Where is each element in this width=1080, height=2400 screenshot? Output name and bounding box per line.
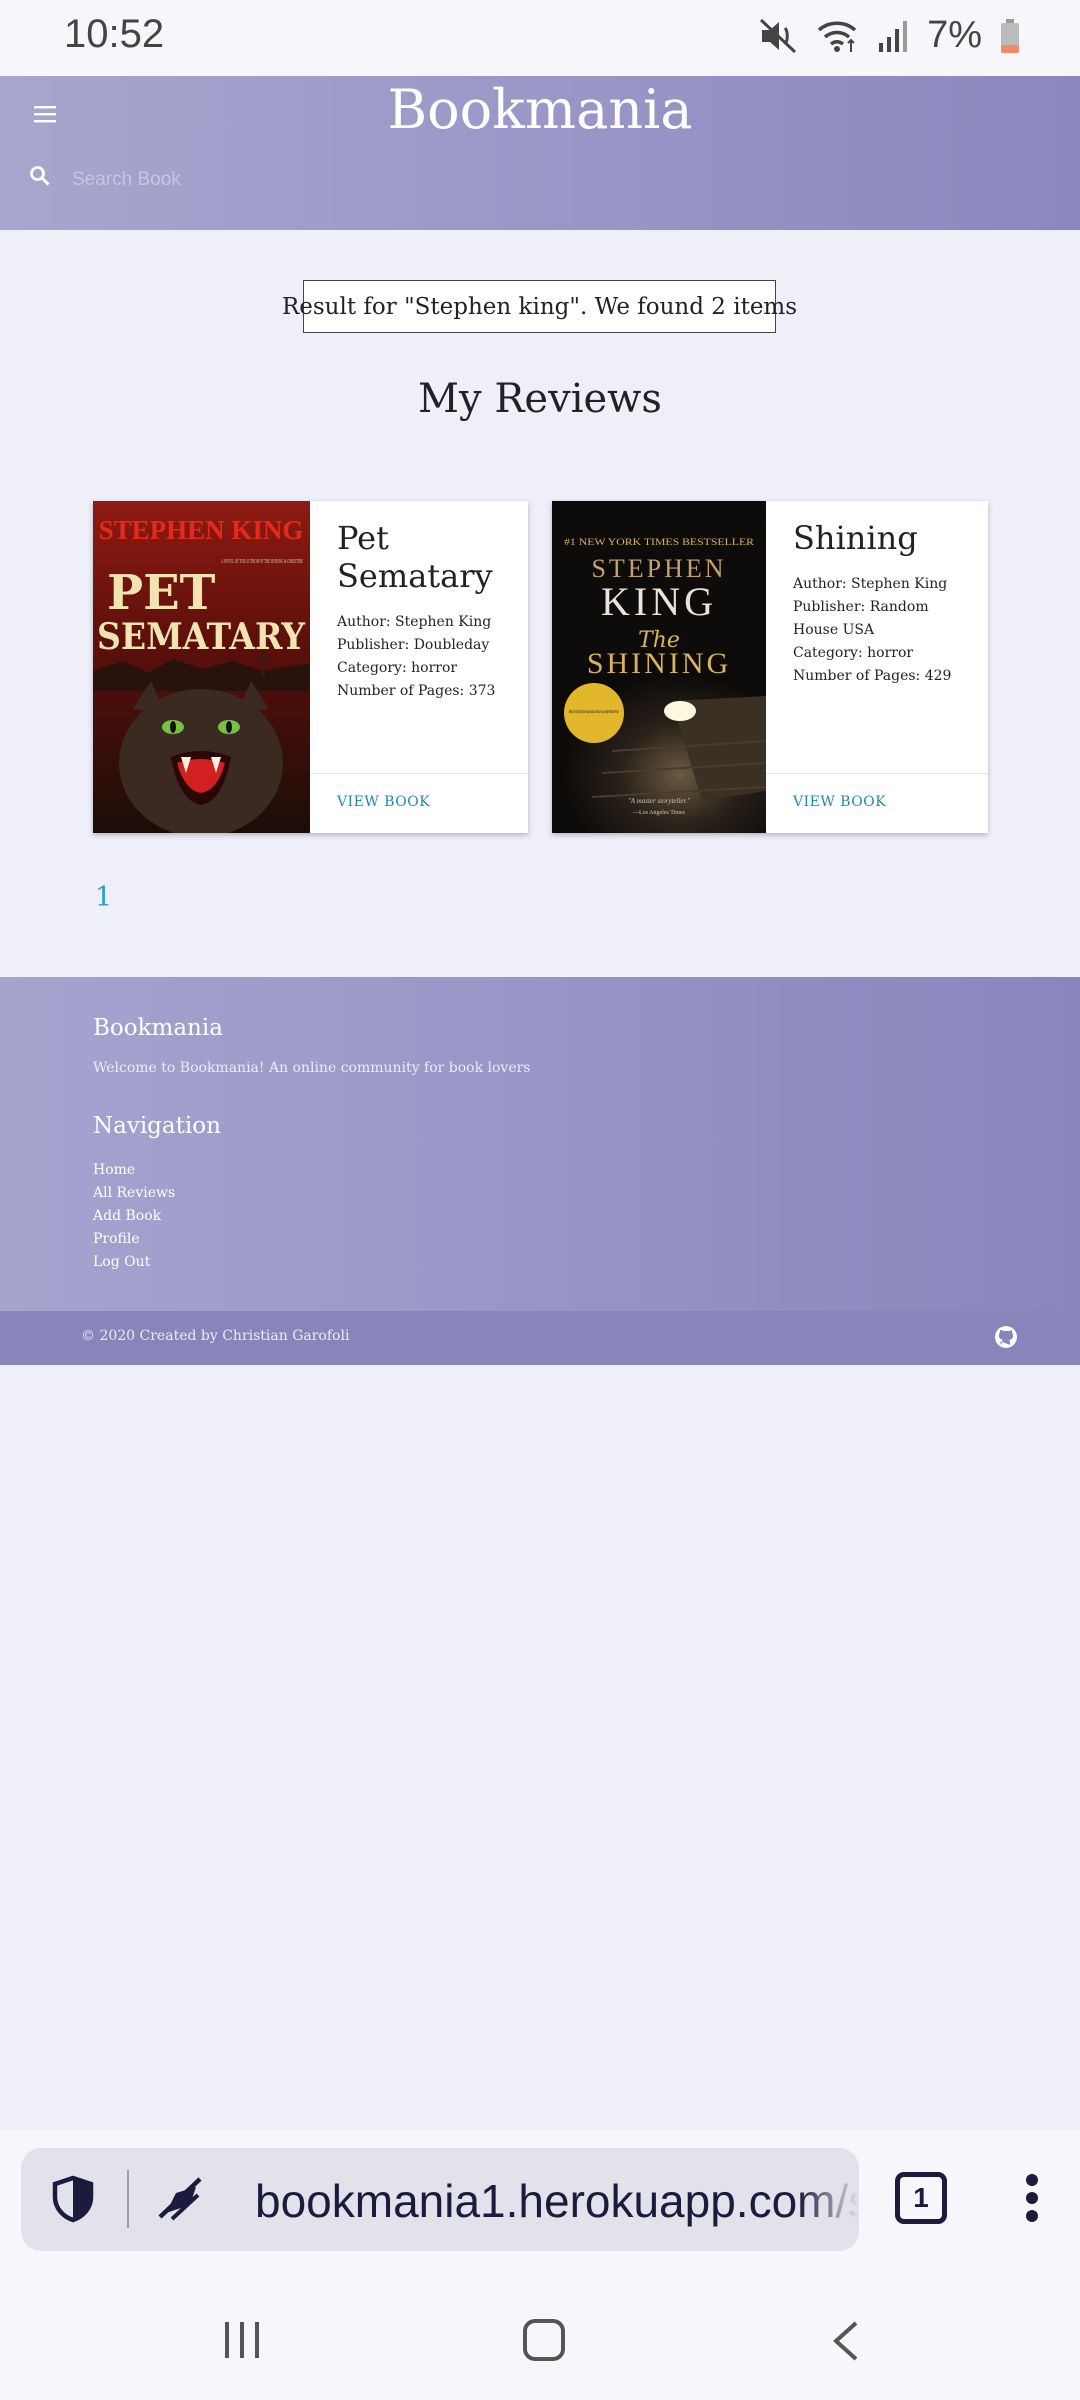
brand-title[interactable]: Bookmania — [0, 78, 1080, 141]
footer-nav-links: Home All Reviews Add Book Profile Log Ou… — [93, 1159, 175, 1274]
pagination-page-1[interactable]: 1 — [95, 882, 112, 913]
book-author: Author: Stephen King — [337, 614, 492, 630]
cover-title-big: SHINING — [587, 647, 731, 680]
book-category: Category: horror — [793, 645, 914, 661]
cover-title-line1: PET — [107, 565, 216, 621]
battery-percent: 7% — [927, 14, 982, 56]
cover-banner: #1 NEW YORK TIMES BESTSELLER — [564, 537, 754, 547]
cover-badge: With an excerpt from the sequel, Doctor … — [569, 709, 619, 714]
footer-link-add-book[interactable]: Add Book — [93, 1205, 175, 1228]
status-bar: 10:52 7% — [0, 0, 1080, 76]
book-cover-shining[interactable]: #1 NEW YORK TIMES BESTSELLER STEPHEN KIN… — [552, 501, 766, 833]
cover-tagline: A NOVEL BY THE AUTHOR OF THE SHINING & C… — [221, 559, 303, 565]
tracking-protection-icon[interactable] — [156, 2173, 206, 2223]
wifi-icon — [817, 21, 857, 52]
battery-icon — [1001, 18, 1019, 53]
view-book-link[interactable]: VIEW BOOK — [337, 794, 430, 810]
book-card-body: Shining Author: Stephen King Publisher: … — [766, 501, 988, 833]
book-cover-pet-sematary[interactable]: STEPHEN KING PET SEMATARY A NOVEL BY THE… — [93, 501, 310, 833]
browser-toolbar: bookmania1.herokuapp.com/se 1 — [0, 2130, 1080, 2274]
address-bar-divider — [127, 2170, 129, 2228]
book-pages: Number of Pages: 373 — [337, 683, 496, 699]
footer-nav-title: Navigation — [93, 1113, 221, 1139]
book-details: Author: Stephen King Publisher: Random H… — [766, 557, 988, 688]
footer-link-all-reviews[interactable]: All Reviews — [93, 1182, 175, 1205]
shield-icon[interactable] — [51, 2175, 95, 2223]
footer-copyright: © 2020 Created by Christian Garofoli — [81, 1328, 350, 1344]
cover-quote: "A master storyteller." — [628, 797, 690, 805]
book-title: Pet Sematary — [337, 519, 493, 595]
more-vertical-icon[interactable] — [1023, 2172, 1041, 2224]
book-category: Category: horror — [337, 660, 458, 676]
url-text: bookmania1.herokuapp.com/se — [255, 2175, 859, 2227]
back-icon[interactable] — [830, 2320, 860, 2362]
address-bar[interactable]: bookmania1.herokuapp.com/se — [21, 2148, 859, 2251]
footer-title: Bookmania — [93, 1015, 223, 1041]
book-publisher: Publisher: Doubleday — [337, 637, 490, 653]
tab-count-button[interactable]: 1 — [895, 2172, 947, 2224]
footer: Bookmania Welcome to Bookmania! An onlin… — [0, 977, 1080, 1365]
footer-link-profile[interactable]: Profile — [93, 1228, 175, 1251]
footer-description: Welcome to Bookmania! An online communit… — [93, 1060, 531, 1076]
book-card-shining: #1 NEW YORK TIMES BESTSELLER STEPHEN KIN… — [552, 501, 988, 833]
home-icon[interactable] — [522, 2318, 566, 2362]
url-fade — [799, 2148, 859, 2251]
book-card-pet-sematary: STEPHEN KING PET SEMATARY A NOVEL BY THE… — [93, 501, 528, 833]
signal-icon — [879, 20, 908, 52]
status-time: 10:52 — [64, 12, 165, 56]
footer-bottom: © 2020 Created by Christian Garofoli — [0, 1311, 1080, 1365]
book-author: Author: Stephen King — [793, 576, 948, 592]
cover-author: STEPHEN KING — [99, 515, 304, 545]
search-result-text: Result for "Stephen king". We found 2 it… — [282, 280, 797, 333]
footer-link-log-out[interactable]: Log Out — [93, 1251, 175, 1274]
page-title: My Reviews — [418, 376, 662, 422]
recents-icon[interactable] — [222, 2320, 262, 2360]
footer-link-home[interactable]: Home — [93, 1159, 175, 1182]
book-card-body: Pet Sematary Author: Stephen King Publis… — [310, 501, 528, 833]
book-title: Shining — [793, 519, 918, 557]
book-details: Author: Stephen King Publisher: Doubleda… — [310, 595, 528, 703]
card-action-bar: VIEW BOOK — [310, 773, 528, 833]
cover-author-line2: KING — [601, 579, 717, 624]
cover-title-line2: SEMATARY — [97, 616, 306, 658]
app-header: Bookmania — [0, 76, 1080, 230]
book-publisher: Publisher: Random House USA — [793, 599, 929, 638]
book-pages: Number of Pages: 429 — [793, 668, 952, 684]
search-input[interactable] — [72, 160, 672, 200]
status-icons: 7% — [759, 14, 1020, 57]
search-icon — [30, 166, 50, 186]
cover-quote-source: —Los Angeles Times — [632, 810, 686, 816]
card-action-bar: VIEW BOOK — [766, 773, 988, 833]
github-icon[interactable] — [994, 1325, 1018, 1349]
mute-icon — [760, 18, 797, 53]
view-book-link[interactable]: VIEW BOOK — [793, 794, 886, 810]
system-nav-bar — [0, 2274, 1080, 2400]
